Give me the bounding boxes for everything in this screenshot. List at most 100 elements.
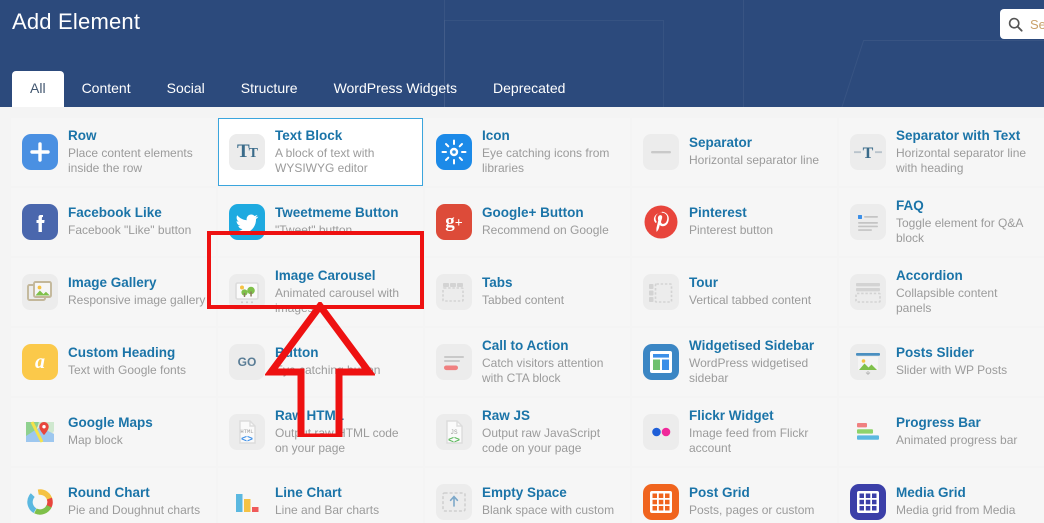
element-card-title: Tweetmeme Button: [275, 205, 399, 221]
pinterest-icon: [643, 204, 679, 240]
element-card-description: Catch visitors attention with CTA block: [482, 355, 604, 385]
image-gallery-icon: [22, 274, 58, 310]
element-card-facebook-like[interactable]: Facebook Like Facebook "Like" button: [11, 188, 216, 256]
element-card-text: Separator with Text Horizontal separator …: [896, 128, 1035, 177]
element-card-title: Text Block: [275, 127, 343, 143]
call-to-action-icon: [436, 344, 472, 380]
search-box[interactable]: [1000, 9, 1044, 39]
element-card-title: Separator: [689, 135, 753, 151]
element-card-title: Facebook Like: [68, 205, 162, 221]
accordion-icon: [850, 274, 886, 310]
element-card-image-carousel[interactable]: Image Carousel Animated carousel with ima…: [218, 258, 423, 326]
tab-wordpress-widgets[interactable]: WordPress Widgets: [316, 71, 475, 107]
header-decoration-shape-3: [804, 40, 1044, 107]
svg-text:<>: <>: [241, 435, 253, 446]
element-card-description: Recommend on Google: [482, 223, 609, 238]
separator-icon: [643, 134, 679, 170]
element-card-line-chart[interactable]: Line Chart Line and Bar charts: [218, 468, 423, 523]
element-card-text: Facebook Like Facebook "Like" button: [68, 205, 191, 238]
element-card-tour[interactable]: Tour Vertical tabbed content: [632, 258, 837, 326]
sidebar-icon: [643, 344, 679, 380]
element-card-text: Raw HTML Output raw HTML code on your pag…: [275, 408, 414, 457]
tab-social[interactable]: Social: [149, 71, 223, 107]
element-card-text: Separator Horizontal separator line: [689, 135, 819, 168]
element-card-text: Posts Slider Slider with WP Posts: [896, 345, 1007, 378]
raw-html-icon: HTML <>: [229, 414, 265, 450]
element-card-description: Pinterest button: [689, 223, 774, 238]
element-card-text: Icon Eye catching icons from libraries: [482, 128, 621, 177]
element-card-icon[interactable]: Icon Eye catching icons from libraries: [425, 118, 630, 186]
element-card-text: Text Block A block of text with WYSIWYG e…: [275, 128, 414, 177]
element-card-text: Raw JS Output raw JavaScript code on your…: [482, 408, 621, 457]
element-card-media-grid[interactable]: Media Grid Media grid from Media: [839, 468, 1044, 523]
element-card-post-grid[interactable]: Post Grid Posts, pages or custom: [632, 468, 837, 523]
element-card-description: Map block: [68, 433, 123, 448]
tab-structure[interactable]: Structure: [223, 71, 316, 107]
element-card-text: Tabs Tabbed content: [482, 275, 564, 308]
element-card-image-gallery[interactable]: Image Gallery Responsive image gallery: [11, 258, 216, 326]
element-card-description: A block of text with WYSIWYG editor: [275, 145, 375, 175]
element-card-text: Post Grid Posts, pages or custom: [689, 485, 814, 518]
element-card-progress-bar[interactable]: Progress Bar Animated progress bar: [839, 398, 1044, 466]
element-card-accordion[interactable]: Accordion Collapsible content panels: [839, 258, 1044, 326]
search-input[interactable]: [1030, 16, 1044, 32]
image-carousel-icon: [229, 274, 265, 310]
element-card-title: Flickr Widget: [689, 407, 774, 423]
search-icon: [1008, 17, 1023, 32]
element-card-title: Posts Slider: [896, 345, 975, 361]
element-card-text-block[interactable]: TT Text Block A block of text with WYSIWYG…: [218, 118, 423, 186]
element-card-empty-space[interactable]: Empty Space Blank space with custom: [425, 468, 630, 523]
element-card-title: Pinterest: [689, 205, 747, 221]
element-card-title: FAQ: [896, 197, 924, 213]
element-card-title: Accordion: [896, 267, 963, 283]
element-card-title: Raw HTML: [275, 407, 344, 423]
element-card-text: Accordion Collapsible content panels: [896, 268, 1035, 317]
element-card-description: WordPress widgetised sidebar: [689, 355, 809, 385]
element-card-flickr-widget[interactable]: Flickr Widget Image feed from Flickr acco…: [632, 398, 837, 466]
element-card-widgetised-sidebar[interactable]: Widgetised Sidebar WordPress widgetised s…: [632, 328, 837, 396]
element-card-title: Google Maps: [68, 415, 153, 431]
element-card-description: Text with Google fonts: [68, 363, 187, 378]
tab-content[interactable]: Content: [64, 71, 149, 107]
element-card-google-maps[interactable]: Google Maps Map block: [11, 398, 216, 466]
element-card-row[interactable]: Row Place content elements inside the row: [11, 118, 216, 186]
element-card-tabs[interactable]: Tabs Tabbed content: [425, 258, 630, 326]
element-card-pinterest[interactable]: Pinterest Pinterest button: [632, 188, 837, 256]
element-card-faq[interactable]: FAQ Toggle element for Q&A block: [839, 188, 1044, 256]
element-card-text: Media Grid Media grid from Media: [896, 485, 1015, 518]
tab-deprecated[interactable]: Deprecated: [475, 71, 583, 107]
page-title: Add Element: [12, 9, 141, 34]
element-card-description: Collapsible content panels: [896, 285, 998, 315]
element-card-separator[interactable]: Separator Horizontal separator line: [632, 118, 837, 186]
tab-all[interactable]: All: [12, 71, 64, 107]
element-card-text: Custom Heading Text with Google fonts: [68, 345, 186, 378]
element-card-custom-heading[interactable]: a Custom Heading Text with Google fonts: [11, 328, 216, 396]
element-card-text: Image Carousel Animated carousel with ima…: [275, 268, 414, 317]
post-grid-icon: [643, 484, 679, 520]
element-card-tweetmeme-button[interactable]: Tweetmeme Button "Tweet" button: [218, 188, 423, 256]
element-card-title: Image Carousel: [275, 267, 376, 283]
element-card-text: Line Chart Line and Bar charts: [275, 485, 379, 518]
svg-text:JS: JS: [450, 429, 458, 436]
element-card-raw-js[interactable]: JS <> Raw JS Output raw JavaScript code on …: [425, 398, 630, 466]
elements-panel: Row Place content elements inside the row…: [0, 107, 1044, 523]
element-card-title: Separator with Text: [896, 127, 1021, 143]
element-card-title: Round Chart: [68, 485, 150, 501]
element-card-title: Post Grid: [689, 485, 750, 501]
go-button-icon: GO: [229, 344, 265, 380]
element-card-raw-html[interactable]: HTML <> Raw HTML Output raw HTML code on yo…: [218, 398, 423, 466]
element-card-text: Tour Vertical tabbed content: [689, 275, 811, 308]
element-card-title: Row: [68, 127, 97, 143]
element-card-round-chart[interactable]: Round Chart Pie and Doughnut charts: [11, 468, 216, 523]
svg-text:<>: <>: [448, 436, 460, 447]
element-card-description: Horizontal separator line with heading: [896, 145, 1027, 175]
element-card-call-to-action[interactable]: Call to Action Catch visitors attention w…: [425, 328, 630, 396]
element-card-posts-slider[interactable]: Posts Slider Slider with WP Posts: [839, 328, 1044, 396]
element-card-google-button[interactable]: g+ Google+ Button Recommend on Google: [425, 188, 630, 256]
element-card-text: Widgetised Sidebar WordPress widgetised s…: [689, 338, 828, 387]
element-card-text: Google+ Button Recommend on Google: [482, 205, 609, 238]
line-chart-icon: [229, 484, 265, 520]
element-card-separator-with-text[interactable]: T Separator with Text Horizontal separator…: [839, 118, 1044, 186]
element-card-title: Custom Heading: [68, 345, 176, 361]
element-card-button[interactable]: GO Button Eye catching button: [218, 328, 423, 396]
